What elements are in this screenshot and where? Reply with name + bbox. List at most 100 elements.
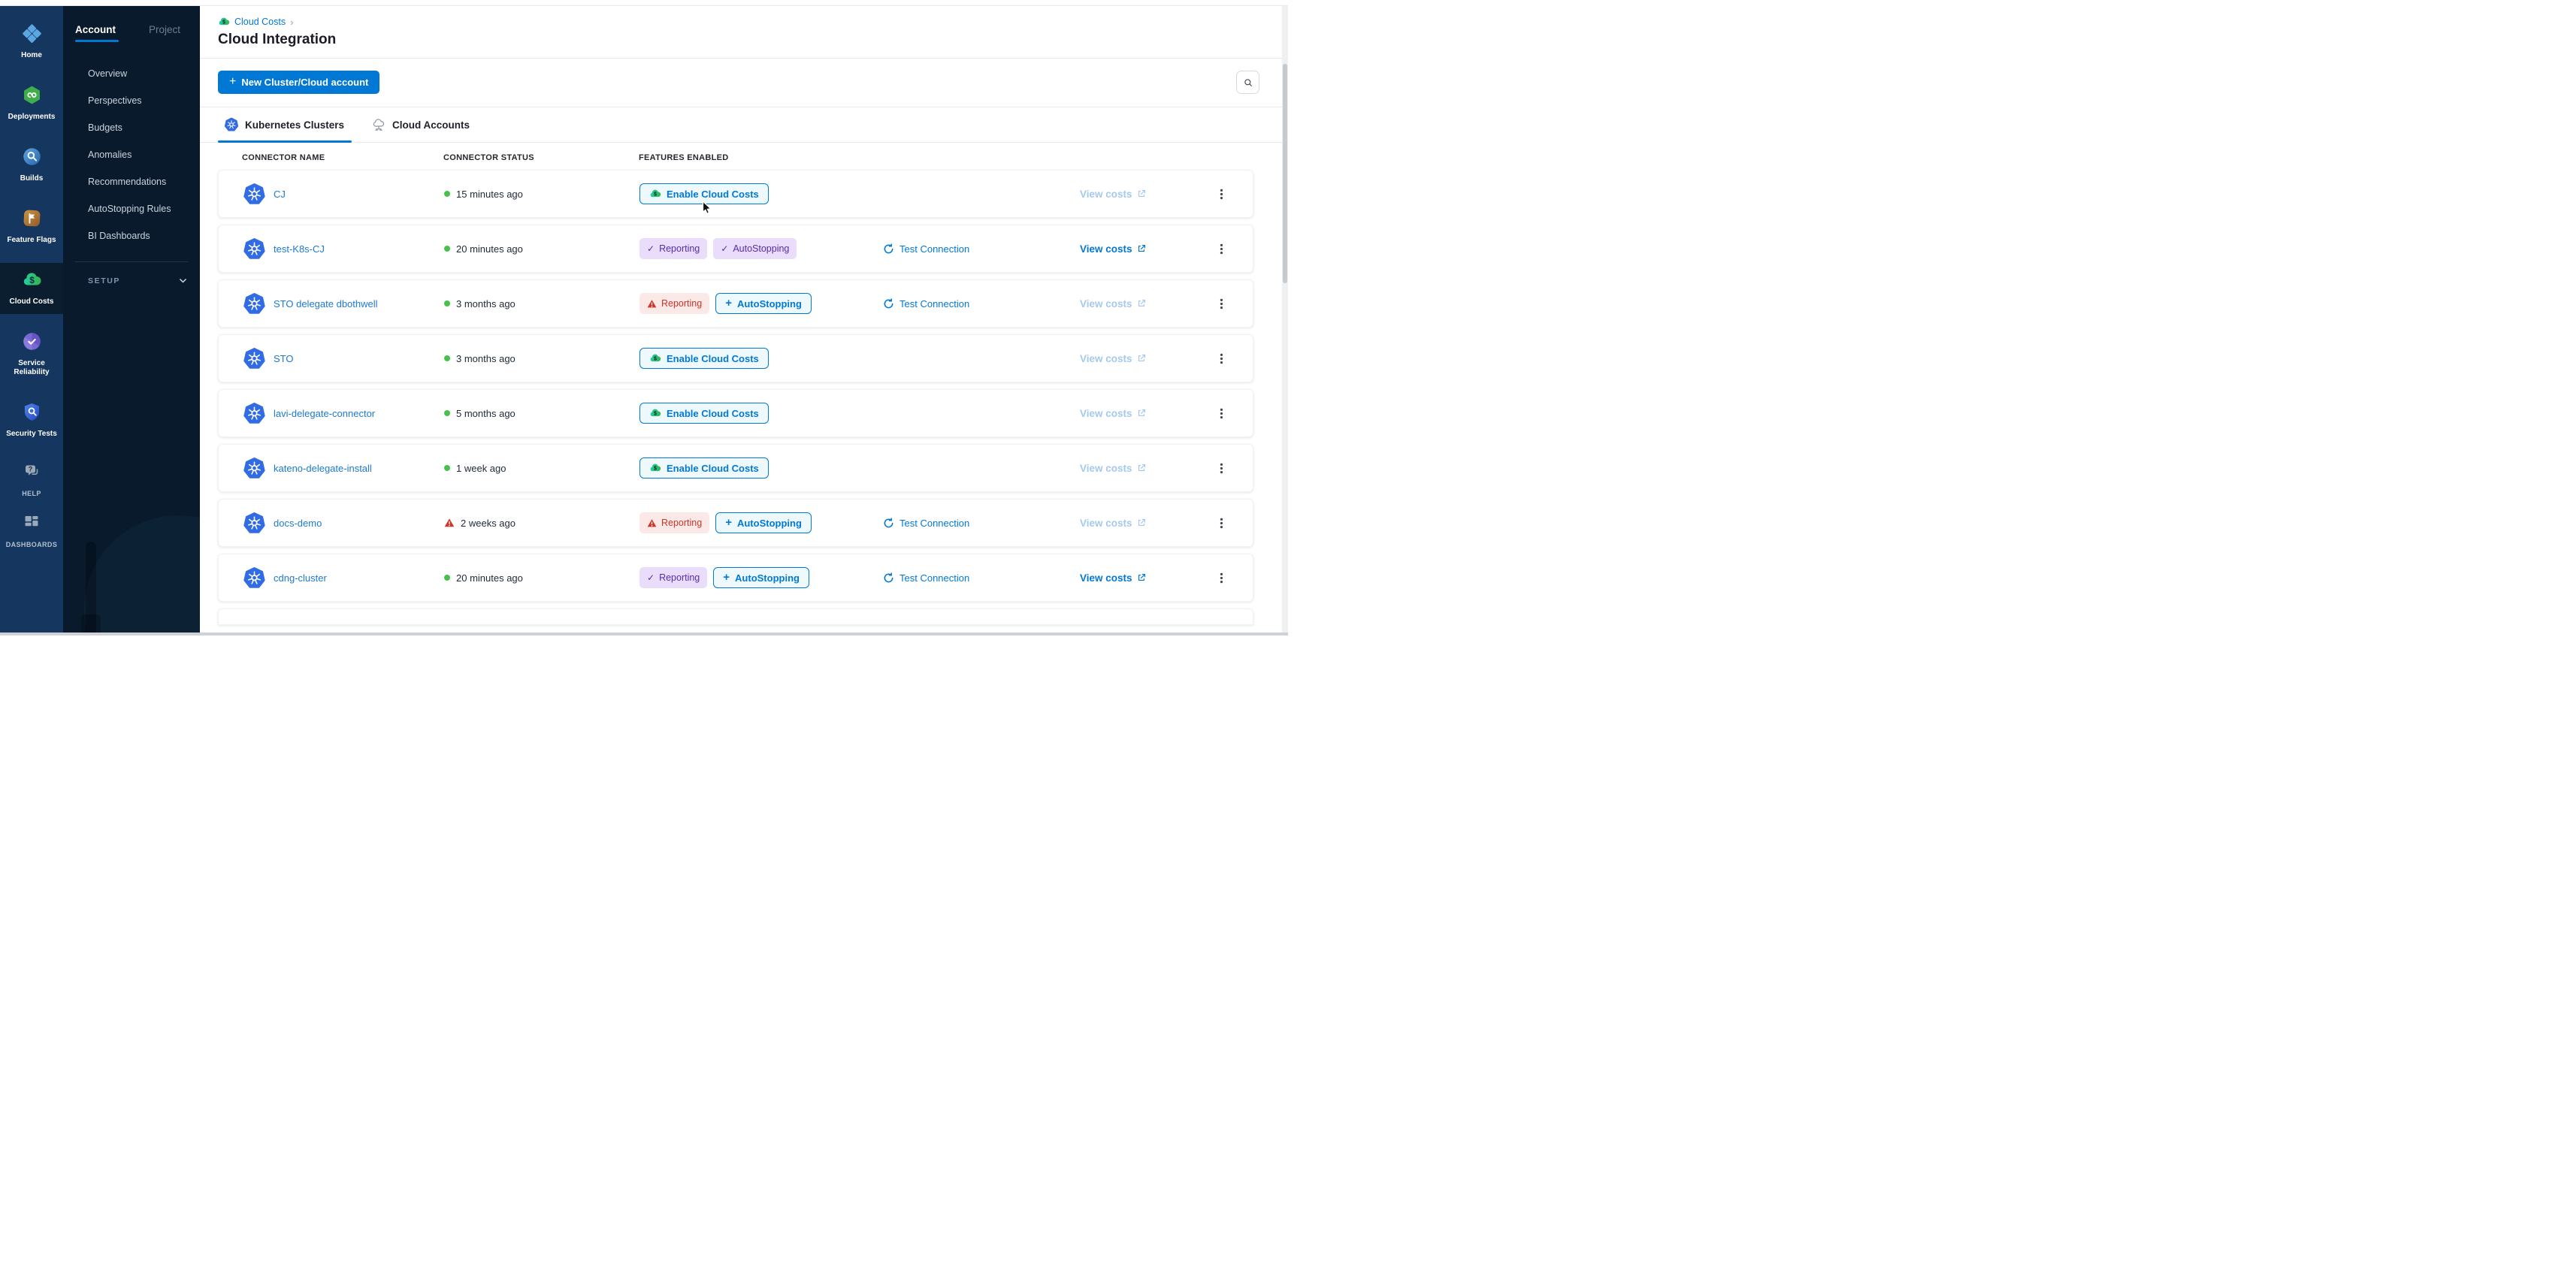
external-link-icon — [1137, 518, 1146, 527]
module-rail: Home Deployments Builds Feature Flags $ Cloud… — [0, 6, 63, 636]
svg-text:$: $ — [654, 357, 657, 362]
rail-item-service-reliability[interactable]: Service Reliability — [0, 325, 63, 385]
connector-name-link[interactable]: lavi-delegate-connector — [274, 408, 375, 419]
rail-item-help[interactable]: ?HELP — [0, 457, 63, 503]
nav-item-anomalies[interactable]: Anomalies — [63, 141, 200, 168]
connector-name-cell: STO — [243, 347, 444, 370]
test-connection-label: Test Connection — [899, 243, 969, 255]
connector-name-link[interactable]: test-K8s-CJ — [274, 243, 325, 255]
search-button[interactable] — [1236, 71, 1259, 94]
view-costs-cell: View costs — [1080, 463, 1206, 474]
view-costs-label: View costs — [1080, 353, 1132, 364]
feature-badge-label: AutoStopping — [733, 243, 789, 254]
breadcrumb-separator: › — [290, 17, 293, 28]
connector-name-link[interactable]: cdng-cluster — [274, 572, 327, 584]
add-autostopping-button[interactable]: +AutoStopping — [713, 567, 809, 588]
tab-cloud-accounts[interactable]: Cloud Accounts — [371, 107, 470, 142]
nav-item-recommendations[interactable]: Recommendations — [63, 168, 200, 195]
new-button-label: New Cluster/Cloud account — [241, 77, 368, 88]
breadcrumb-cloud-costs-link[interactable]: Cloud Costs — [234, 17, 286, 27]
rail-item-cloud-costs[interactable]: $ Cloud Costs — [0, 263, 63, 314]
row-menu-button[interactable] — [1213, 184, 1229, 204]
row-menu-button[interactable] — [1213, 349, 1229, 368]
nav-watermark-shape — [86, 542, 96, 636]
table-row: STO delegate dbothwell3 months agoReport… — [218, 279, 1253, 328]
rail-item-deployments[interactable]: Deployments — [0, 78, 63, 129]
enable-cloud-costs-button[interactable]: $Enable Cloud Costs — [639, 403, 769, 424]
connector-status-cell: 20 minutes ago — [444, 243, 639, 255]
warning-icon — [444, 518, 455, 528]
view-costs-label: View costs — [1080, 572, 1132, 584]
test-connection-link[interactable]: Test Connection — [883, 243, 969, 255]
view-costs-label: View costs — [1080, 408, 1132, 419]
vertical-scrollbar[interactable] — [1282, 6, 1288, 636]
refresh-icon — [883, 518, 894, 529]
rail-item-label: Deployments — [2, 113, 62, 122]
add-autostopping-button[interactable]: +AutoStopping — [715, 512, 812, 533]
nav-items: OverviewPerspectivesBudgetsAnomaliesReco… — [63, 60, 200, 249]
rail-item-feature-flags[interactable]: Feature Flags — [0, 201, 63, 252]
test-connection-link[interactable]: Test Connection — [883, 572, 969, 584]
view-costs-link[interactable]: View costs — [1080, 243, 1146, 255]
kubernetes-icon — [243, 347, 266, 370]
kubernetes-icon — [224, 117, 239, 132]
connector-status-cell: 20 minutes ago — [444, 572, 639, 584]
external-link-icon — [1137, 573, 1146, 582]
scrollbar-thumb[interactable] — [1283, 64, 1287, 283]
scope-tab-project[interactable]: Project — [149, 24, 180, 42]
row-menu-button[interactable] — [1213, 294, 1229, 313]
connector-name-link[interactable]: docs-demo — [274, 518, 322, 529]
features-cell: $Enable Cloud Costs — [639, 183, 883, 204]
kubernetes-icon — [243, 457, 266, 480]
svg-text:$: $ — [654, 192, 657, 198]
row-menu-cell — [1206, 294, 1236, 313]
view-costs-cell: View costs — [1080, 353, 1206, 364]
test-connection-link[interactable]: Test Connection — [883, 518, 969, 529]
new-cluster-cloud-account-button[interactable]: + New Cluster/Cloud account — [218, 71, 379, 94]
connector-status-cell: 5 months ago — [444, 408, 639, 419]
setup-section-toggle[interactable]: SETUP — [63, 262, 200, 285]
rail-item-label: Cloud Costs — [2, 297, 62, 306]
connector-name-link[interactable]: STO delegate dbothwell — [274, 298, 378, 309]
feature-badge-autostopping: ✓AutoStopping — [713, 238, 797, 259]
row-menu-button[interactable] — [1213, 403, 1229, 423]
rail-item-builds[interactable]: Builds — [0, 140, 63, 191]
row-menu-button[interactable] — [1213, 239, 1229, 258]
rail-item-security-tests[interactable]: Security Tests — [0, 395, 63, 446]
test-connection-link[interactable]: Test Connection — [883, 298, 969, 309]
tab-kubernetes-clusters[interactable]: Kubernetes Clusters — [224, 107, 344, 142]
rail-item-home[interactable]: Home — [0, 17, 63, 68]
nav-item-perspectives[interactable]: Perspectives — [63, 87, 200, 114]
view-costs-link: View costs — [1080, 189, 1146, 200]
row-menu-button[interactable] — [1213, 458, 1229, 478]
enable-cloud-costs-button[interactable]: $Enable Cloud Costs — [639, 348, 769, 369]
nav-item-overview[interactable]: Overview — [63, 60, 200, 87]
view-costs-cell: View costs — [1080, 518, 1206, 529]
enable-cloud-costs-button[interactable]: $Enable Cloud Costs — [639, 183, 769, 204]
rail-item-dashboards[interactable]: DASHBOARDS — [0, 508, 63, 554]
deployments-icon — [22, 85, 42, 105]
external-link-icon — [1137, 299, 1146, 308]
row-menu-button[interactable] — [1213, 513, 1229, 533]
cloud-costs-icon: $ — [22, 270, 42, 290]
nav-item-autostopping-rules[interactable]: AutoStopping Rules — [63, 195, 200, 222]
add-autostopping-button[interactable]: +AutoStopping — [715, 293, 812, 314]
kubernetes-icon — [243, 292, 266, 315]
nav-item-budgets[interactable]: Budgets — [63, 114, 200, 141]
rail-item-label: HELP — [2, 490, 62, 498]
row-menu-button[interactable] — [1213, 568, 1229, 587]
enable-cloud-costs-button[interactable]: $Enable Cloud Costs — [639, 457, 769, 479]
connector-name-link[interactable]: CJ — [274, 189, 286, 200]
main-content: $ Cloud Costs › Cloud Integration + New … — [200, 6, 1282, 636]
connector-name-link[interactable]: kateno-delegate-install — [274, 463, 372, 474]
view-costs-link[interactable]: View costs — [1080, 572, 1146, 584]
external-link-icon — [1137, 244, 1146, 253]
table-row: lavi-delegate-connector 5 months ago$Enab… — [218, 389, 1253, 437]
enable-cloud-costs-label: Enable Cloud Costs — [667, 463, 759, 474]
external-link-icon — [1137, 409, 1146, 418]
connector-name-link[interactable]: STO — [274, 353, 294, 364]
status-ok-dot — [444, 191, 450, 197]
cloud-costs-icon: $ — [649, 407, 661, 419]
nav-item-bi-dashboards[interactable]: BI Dashboards — [63, 222, 200, 249]
scope-tab-account[interactable]: Account — [75, 24, 116, 42]
